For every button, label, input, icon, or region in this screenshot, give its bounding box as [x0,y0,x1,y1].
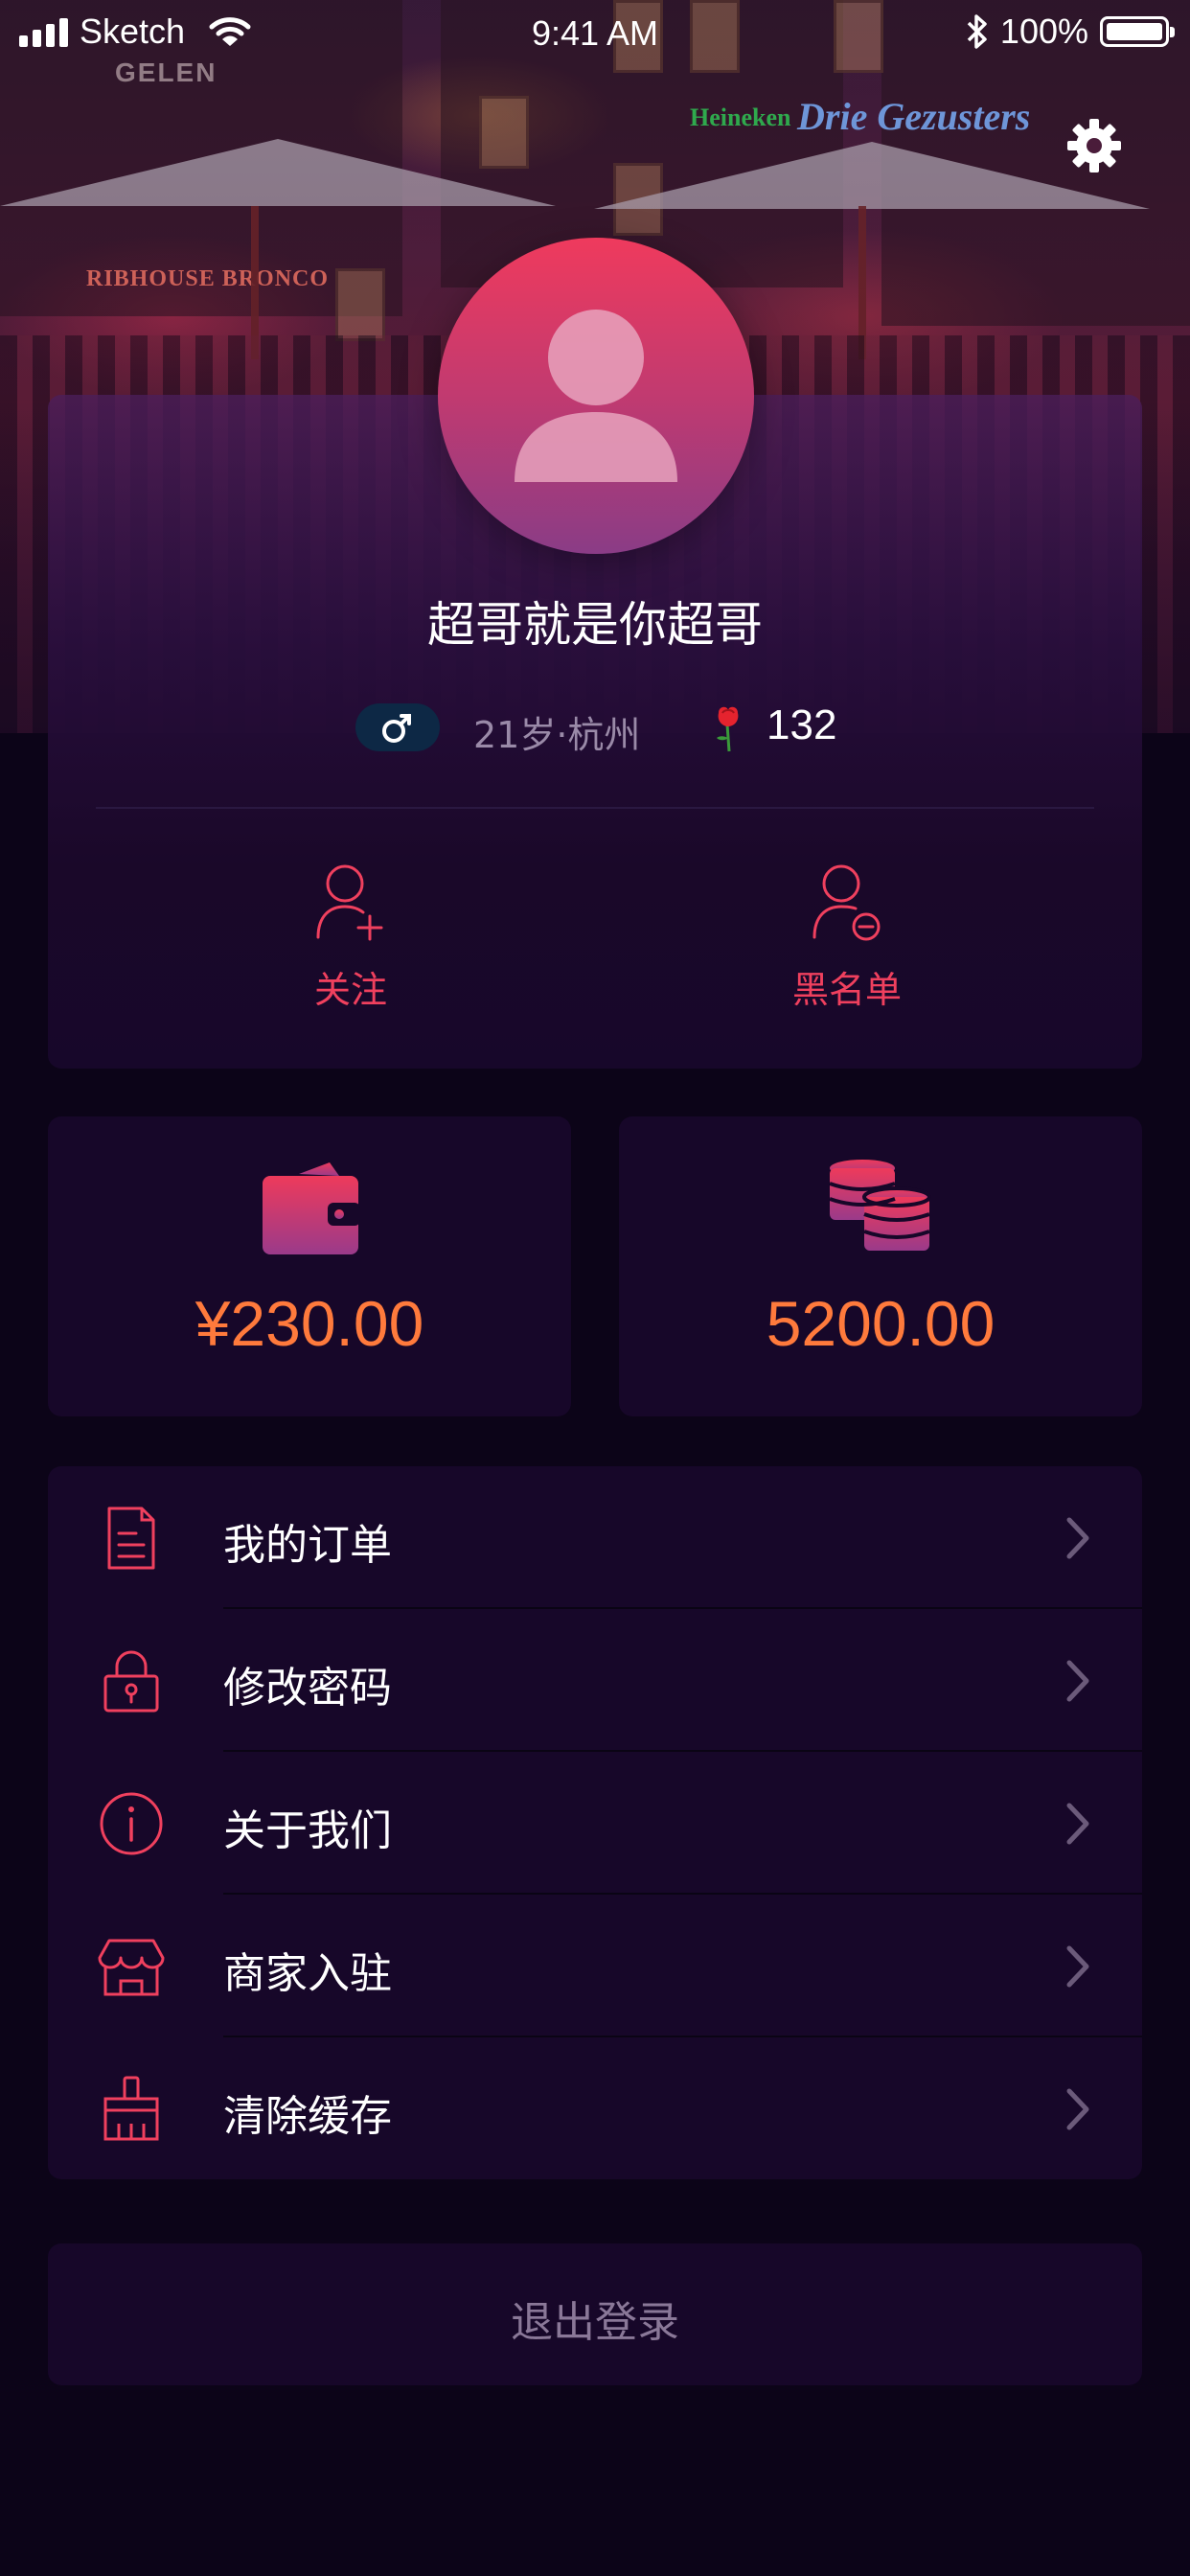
wallet-icon [263,1162,360,1254]
battery-percent: 100% [999,12,1088,51]
chevron-right-icon [1066,1660,1089,1702]
chevron-right-icon [1066,1517,1089,1559]
menu-item-label: 修改密码 [223,1664,392,1713]
blacklist-button[interactable]: 黑名单 [703,862,991,1025]
store-icon [98,1939,165,1996]
document-icon [107,1506,155,1570]
avatar[interactable] [438,238,754,554]
chevron-right-icon [1066,2088,1089,2130]
coins-balance: 5200.00 [766,1288,995,1359]
user-name: 超哥就是你超哥 [427,597,763,653]
menu-item-label: 我的订单 [223,1521,392,1570]
wallet-balance: ¥230.00 [195,1288,424,1359]
follow-button[interactable]: 关注 [207,862,494,1025]
menu-item-about-us[interactable]: 关于我们 [48,1752,1142,1895]
blacklist-label: 黑名单 [791,969,902,1011]
coins-card[interactable]: 5200.00 [619,1116,1142,1416]
add-user-icon [316,864,383,941]
user-avatar-icon [515,310,677,482]
menu-item-orders[interactable]: 我的订单 [48,1466,1142,1609]
settings-menu: 我的订单 修改密码 关于我们 商家入驻 清除缓存 [48,1466,1142,2179]
status-bar: Sketch 9:41 AM 100% [0,0,1190,67]
follow-label: 关注 [313,969,387,1011]
battery-icon [1100,16,1175,47]
logout-label: 退出登录 [511,2298,679,2347]
bluetooth-icon [967,14,987,49]
menu-item-clear-cache[interactable]: 清除缓存 [48,2037,1142,2180]
gear-icon[interactable] [1065,117,1123,174]
info-icon [100,1792,163,1855]
menu-item-label: 关于我们 [223,1806,392,1855]
male-icon [382,714,411,743]
broom-icon [103,2076,159,2141]
divider [96,807,1094,809]
age-city: 21岁·杭州 [473,714,641,756]
lock-icon [103,1650,159,1713]
menu-item-label: 商家入驻 [223,1949,392,1998]
coins-icon [829,1160,931,1251]
logout-button[interactable]: 退出登录 [48,2243,1142,2385]
remove-user-icon [812,864,881,941]
gender-badge [355,703,440,751]
chevron-right-icon [1066,1803,1089,1845]
menu-item-label: 清除缓存 [223,2092,392,2141]
menu-item-change-password[interactable]: 修改密码 [48,1609,1142,1752]
rose-icon [717,706,739,752]
rose-count: 132 [767,702,837,748]
chevron-right-icon [1066,1945,1089,1988]
menu-item-merchant[interactable]: 商家入驻 [48,1895,1142,2037]
wallet-card[interactable]: ¥230.00 [48,1116,571,1416]
